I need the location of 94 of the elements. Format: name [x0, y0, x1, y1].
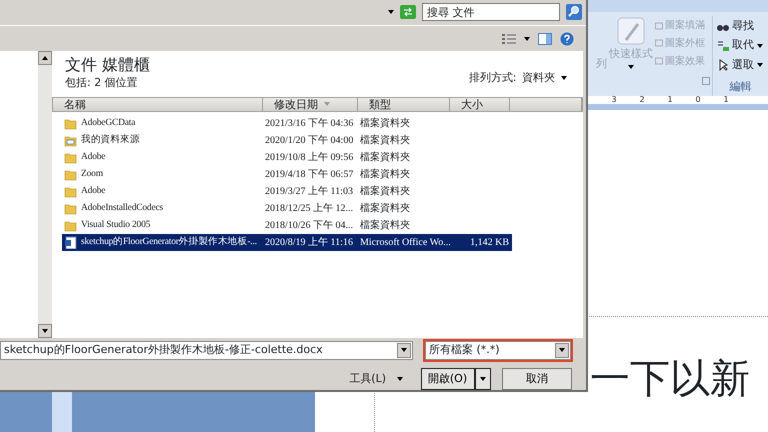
- file-name: Visual Studio 2005: [81, 219, 150, 232]
- replace-icon: [717, 40, 729, 52]
- caret-icon[interactable]: [524, 36, 530, 41]
- modified-date: 2021/3/16 下午 04:36: [264, 116, 354, 131]
- column-label: 名稱: [64, 98, 86, 111]
- modified-date: 2018/12/25 上午 12...: [264, 202, 354, 216]
- refresh-icon[interactable]: [400, 5, 416, 20]
- tools-button[interactable]: 工具(L): [349, 370, 403, 388]
- column-label: 類型: [369, 98, 391, 111]
- effects-icon: [655, 57, 663, 65]
- scrollbar[interactable]: [38, 51, 52, 338]
- column-header[interactable]: 類型: [358, 98, 450, 111]
- file-type: 檔案資料夾: [359, 116, 411, 131]
- scroll-down-button[interactable]: [38, 324, 52, 338]
- caret-icon[interactable]: [560, 76, 566, 80]
- search-icon[interactable]: [566, 4, 582, 20]
- ruler-number: 3: [610, 96, 618, 104]
- document-text: 一下以新: [590, 357, 750, 401]
- file-type: 檔案資料夾: [359, 134, 411, 148]
- column-label: 修改日期: [274, 98, 318, 111]
- caret-icon[interactable]: [388, 10, 394, 14]
- file-row[interactable]: AdobeInstalledCodecs 2018/12/25 上午 12... 檔案資料夾: [62, 200, 512, 217]
- file-name: 我的資料來源: [81, 133, 140, 148]
- library-subtitle: 包括: 2 個位置: [64, 75, 139, 92]
- file-type: 檔案資料夾: [359, 218, 411, 233]
- modified-date: 2019/4/18 下午 06:57: [264, 168, 354, 182]
- edit-menu-item[interactable]: 選取: [732, 56, 754, 73]
- open-button[interactable]: 開啟(O): [420, 368, 474, 390]
- ruler-number: 1: [722, 96, 730, 104]
- edit-menu-item[interactable]: 取代: [732, 37, 754, 54]
- ruler-number: 0: [694, 96, 702, 104]
- group-label: 編輯: [728, 78, 752, 94]
- file-row[interactable]: Zoom 2019/4/18 下午 06:57 檔案資料夾: [62, 166, 512, 183]
- file-row[interactable]: Visual Studio 2005 2018/10/26 下午 04... 檔案資料夾: [62, 216, 512, 234]
- pointer-icon: [717, 58, 729, 71]
- modified-date: 2019/3/27 上午 11:03: [264, 184, 354, 199]
- view-icon[interactable]: [502, 32, 516, 45]
- caret-icon: [756, 62, 762, 67]
- folder-icon: [64, 150, 77, 164]
- folder-icon: [64, 184, 77, 198]
- library-title: 文件 媒體櫃: [64, 55, 150, 76]
- file-name: Adobe: [81, 185, 106, 198]
- cancel-button[interactable]: 取消: [502, 368, 572, 390]
- column-header[interactable]: 名稱: [53, 98, 263, 111]
- document-icon: [64, 236, 77, 249]
- file-row[interactable]: sketchup的FloorGenerator外掛製作木地板-... 2020/8/19 上午 11:16 Microsoft Office Wo... 1,142 KB: [62, 234, 512, 251]
- ruler-number: 1: [666, 96, 674, 104]
- file-size: 1,142 KB: [469, 236, 510, 250]
- modified-date: 2020/1/20 下午 04:00: [264, 134, 354, 148]
- scroll-up-button[interactable]: [38, 51, 52, 66]
- file-name: AdobeGCData: [81, 117, 136, 130]
- caret-icon: [628, 65, 634, 70]
- search-field[interactable]: 搜尋 文件: [422, 3, 560, 22]
- column-header[interactable]: 修改日期: [263, 98, 358, 111]
- file-row[interactable]: 我的資料來源 2020/1/20 下午 04:00 檔案資料夾: [62, 132, 512, 149]
- modified-date: 2019/10/8 上午 09:56: [264, 150, 354, 165]
- ruler-number: 2: [638, 96, 646, 104]
- folder-icon: [64, 134, 77, 147]
- outline-icon: [655, 39, 663, 48]
- help-icon[interactable]: [560, 32, 574, 46]
- file-row[interactable]: Adobe 2019/3/27 上午 11:03 檔案資料夾: [62, 182, 512, 200]
- folder-icon: [64, 202, 77, 215]
- file-name: AdobeInstalledCodecs: [81, 202, 164, 216]
- file-type: 檔案資料夾: [359, 202, 411, 216]
- caret-icon: [756, 44, 762, 48]
- arrange-label: 排列方式:: [468, 70, 516, 86]
- column-label: 大小: [461, 98, 483, 111]
- ribbon-label: 列: [596, 56, 607, 72]
- brush-icon: [616, 16, 646, 46]
- file-name: Adobe: [81, 151, 106, 164]
- file-name: Zoom: [81, 168, 103, 182]
- file-type: 檔案資料夾: [359, 184, 411, 199]
- column-header[interactable]: 大小: [450, 98, 510, 111]
- file-row[interactable]: Adobe 2019/10/8 上午 09:56 檔案資料夾: [62, 148, 512, 166]
- preview-pane-icon[interactable]: [538, 32, 552, 45]
- file-type: 檔案資料夾: [359, 168, 411, 182]
- edit-menu-item[interactable]: 尋找: [732, 18, 754, 34]
- open-menu-button[interactable]: [474, 368, 490, 390]
- shape-menu-item: 圖案填滿: [665, 18, 705, 33]
- modified-date: 2020/8/19 上午 11:16: [264, 236, 354, 250]
- folder-icon: [64, 218, 77, 232]
- arrange-dropdown[interactable]: 資料夾: [522, 70, 555, 86]
- folder-icon: [64, 168, 77, 181]
- folder-icon: [64, 116, 77, 130]
- shape-menu-item: 圖案效果: [665, 54, 705, 68]
- fill-icon: [655, 22, 663, 30]
- file-type-dropdown[interactable]: 所有檔案 (*.*): [425, 340, 571, 360]
- file-name: sketchup的FloorGenerator外掛製作木地板-...: [81, 235, 257, 250]
- file-type: 檔案資料夾: [359, 150, 411, 165]
- file-type: Microsoft Office Wo...: [359, 236, 449, 250]
- file-name-field[interactable]: sketchup的FloorGenerator外掛製作木地板-修正-colette.docx: [0, 340, 413, 360]
- modified-date: 2018/10/26 下午 04...: [264, 218, 354, 233]
- file-row[interactable]: AdobeGCData 2021/3/16 下午 04:36 檔案資料夾: [62, 114, 512, 132]
- shape-menu-item: 圖案外框: [665, 36, 705, 51]
